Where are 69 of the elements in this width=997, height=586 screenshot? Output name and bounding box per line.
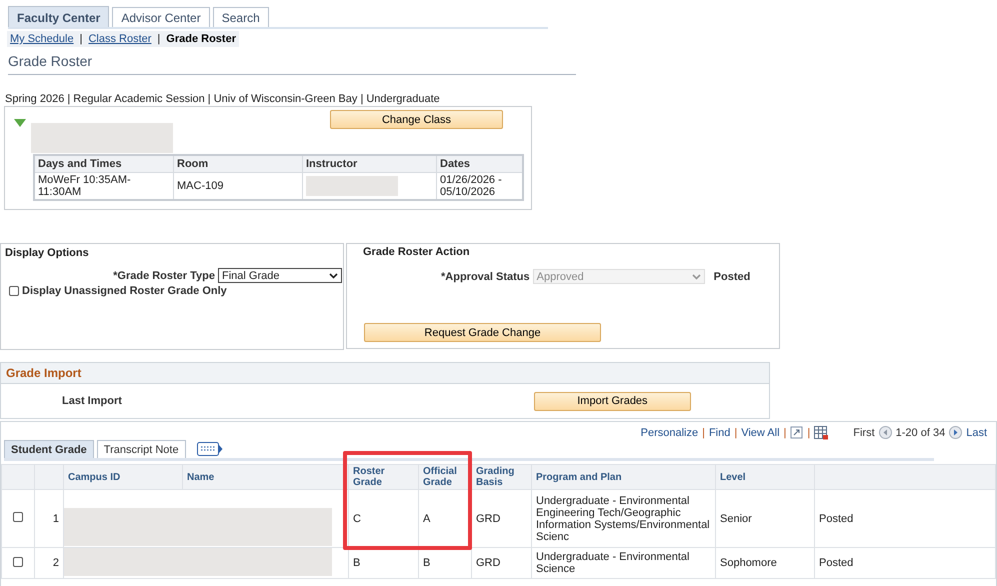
breadcrumb-link[interactable]: Class Roster	[88, 33, 152, 45]
checkbox[interactable]	[9, 286, 19, 296]
grid-link[interactable]: Find	[708, 426, 730, 438]
next-icon[interactable]	[949, 426, 962, 439]
grid-link[interactable]: View All	[741, 426, 780, 438]
import-grades-button[interactable]: Import Grades	[534, 392, 691, 410]
table-cell: GRD	[472, 548, 532, 578]
column-header: Dates	[436, 155, 523, 172]
range-text: 1-20 of 34	[896, 426, 946, 438]
tab[interactable]: Transcript Note	[96, 440, 186, 458]
field-label: *Grade Roster Type	[113, 270, 215, 282]
roster-type-dropdown[interactable]: Final Grade	[218, 268, 342, 283]
column-header: Grading Basis	[476, 466, 514, 488]
table-cell: Sophomore	[716, 548, 814, 578]
tab[interactable]: Advisor Center	[112, 7, 210, 27]
table-cell: Senior	[716, 490, 814, 548]
separator: |	[702, 426, 705, 438]
table-cell: Undergraduate - Environmental Science	[532, 548, 716, 578]
column-header: Roster Grade	[353, 466, 385, 488]
table-cell: GRD	[472, 490, 532, 548]
tab[interactable]: Search	[212, 7, 269, 27]
separator: |	[807, 426, 810, 438]
table-cell: Posted	[814, 548, 996, 578]
section-title: Grade Roster Action	[363, 246, 471, 258]
status-text: Posted	[714, 270, 750, 282]
table-cell: Posted	[814, 490, 996, 548]
table-cell: 01/26/2026 - 05/10/2026	[436, 172, 523, 200]
row-checkbox[interactable]	[13, 512, 23, 522]
field-label: Last Import	[62, 395, 122, 407]
table-cell: MoWeFr 10:35AM-11:30AM	[34, 172, 174, 200]
row-checkbox[interactable]	[13, 556, 23, 566]
table-cell: Undergraduate - Environmental Engineering Tech/Geographic Information Systems/Environmental Scienc	[532, 490, 716, 548]
table-cell: B	[348, 548, 418, 578]
column-header: Program and Plan	[536, 472, 622, 482]
breadcrumb-link[interactable]: My Schedule	[10, 33, 74, 45]
chevron-down-icon	[692, 274, 701, 280]
checkbox-label: Display Unassigned Roster Grade Only	[22, 285, 227, 297]
request-grade-change-button[interactable]: Request Grade Change	[364, 323, 601, 342]
first-link[interactable]: First	[853, 426, 875, 438]
new-window-icon[interactable]	[790, 426, 804, 439]
table-cell: MAC-109	[174, 172, 302, 200]
column-header: Campus ID	[68, 472, 120, 482]
field-label: *Approval Status	[441, 270, 530, 282]
column-header: Days and Times	[34, 155, 174, 172]
separator: |	[734, 426, 738, 438]
column-header: Room	[174, 155, 302, 172]
show-all-columns-icon[interactable]	[196, 442, 223, 456]
collapse-triangle-icon[interactable]	[14, 119, 26, 127]
section-title: Display Options	[5, 247, 90, 259]
spreadsheet-icon[interactable]	[814, 426, 830, 440]
table-cell: B	[418, 548, 472, 578]
column-header: Level	[720, 472, 746, 482]
change-class-button[interactable]: Change Class	[330, 110, 503, 129]
separator: |	[157, 33, 160, 45]
term-info: Spring 2026 | Regular Academic Session | Univ of Wisconsin-Green Bay | Undergraduate	[5, 93, 441, 105]
tab[interactable]: Student Grade	[4, 440, 94, 458]
section-header: Grade Import	[1, 362, 770, 384]
last-link[interactable]: Last	[966, 426, 987, 438]
tab[interactable]: Faculty Center	[8, 6, 110, 27]
chevron-down-icon	[329, 272, 338, 278]
previous-icon[interactable]	[878, 426, 892, 439]
column-header: Official Grade	[423, 466, 457, 488]
grid-link[interactable]: Personalize	[640, 426, 698, 438]
breadcrumb-link[interactable]: Grade Roster	[166, 33, 236, 45]
separator: |	[784, 426, 786, 438]
page-title: Grade Roster	[8, 53, 576, 75]
column-header: Instructor	[302, 155, 436, 172]
separator: |	[80, 33, 82, 45]
column-header: Name	[187, 472, 214, 482]
